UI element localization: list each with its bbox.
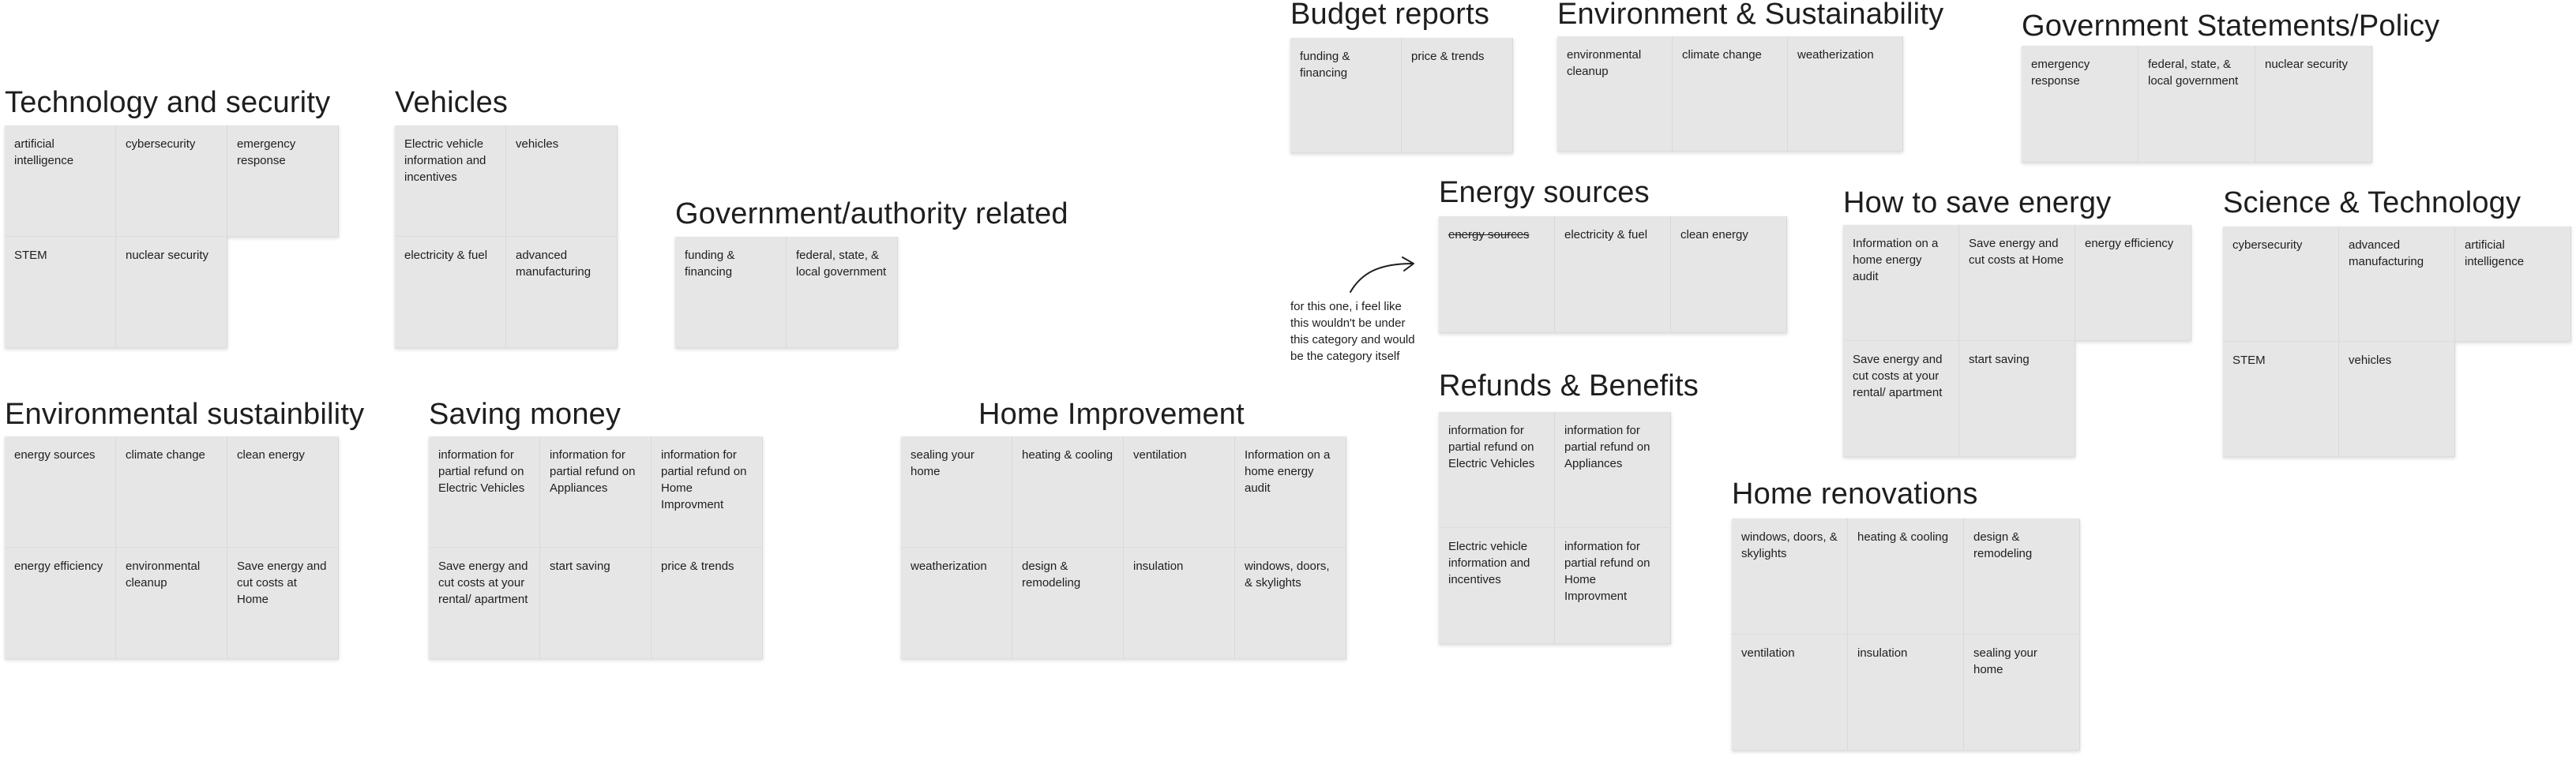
sticky-note[interactable]: design & remodeling — [1012, 548, 1124, 659]
group-title[interactable]: Government/authority related — [675, 197, 1068, 231]
sticky-note[interactable]: nuclear security — [2255, 46, 2372, 163]
sticky-note[interactable]: electricity & fuel — [395, 237, 506, 348]
curved-arrow-icon[interactable] — [1347, 256, 1420, 295]
sticky-note[interactable]: advanced manufacturing — [2339, 227, 2455, 342]
group-title[interactable]: Refunds & Benefits — [1439, 369, 1699, 403]
sticky-note[interactable]: clean energy — [1671, 216, 1787, 333]
sticky-note[interactable]: clean energy — [227, 436, 339, 548]
sticky-note[interactable]: funding & financing — [675, 237, 787, 348]
sticky-note[interactable]: vehicles — [2339, 342, 2455, 457]
sticky-note[interactable]: price & trends — [652, 548, 763, 659]
group-title[interactable]: Budget reports — [1290, 0, 1489, 32]
sticky-note[interactable]: sealing your home — [1964, 635, 2080, 751]
group-title[interactable]: Government Statements/Policy — [2022, 9, 2439, 43]
sticky-note[interactable]: electricity & fuel — [1555, 216, 1671, 333]
sticky-note[interactable]: design & remodeling — [1964, 519, 2080, 635]
sticky-note-grid: information for partial refund on Electr… — [429, 436, 763, 659]
sticky-note[interactable]: Information on a home energy audit — [1235, 436, 1346, 548]
sticky-note[interactable]: ventilation — [1124, 436, 1235, 548]
sticky-note[interactable]: heating & cooling — [1848, 519, 1964, 635]
sticky-note[interactable]: sealing your home — [901, 436, 1012, 548]
sticky-note[interactable]: Save energy and cut costs at your rental… — [1843, 341, 1959, 457]
sticky-note[interactable]: information for partial refund on Electr… — [429, 436, 540, 548]
sticky-note[interactable]: information for partial refund on Home I… — [652, 436, 763, 548]
sticky-note[interactable]: Save energy and cut costs at Home — [227, 548, 339, 659]
sticky-note[interactable]: artificial intelligence — [2455, 227, 2571, 342]
sticky-note[interactable]: windows, doors, & skylights — [1235, 548, 1346, 659]
sticky-note[interactable]: nuclear security — [116, 237, 227, 348]
sticky-note[interactable]: cybersecurity — [116, 125, 227, 237]
sticky-note[interactable]: information for partial refund on Applia… — [540, 436, 652, 548]
sticky-note[interactable]: weatherization — [901, 548, 1012, 659]
sticky-note[interactable]: weatherization — [1788, 36, 1903, 152]
sticky-note-grid: funding & financing federal, state, & lo… — [675, 237, 898, 348]
sticky-note-grid: sealing your home heating & cooling vent… — [901, 436, 1346, 659]
group-title[interactable]: Technology and security — [5, 85, 330, 120]
sticky-note[interactable]: insulation — [1848, 635, 1964, 751]
sticky-note[interactable]: windows, doors, & skylights — [1732, 519, 1848, 635]
sticky-note-grid: artificial intelligence cybersecurity em… — [5, 125, 339, 348]
sticky-note[interactable]: energy efficiency — [5, 548, 116, 659]
sticky-note[interactable]: funding & financing — [1290, 38, 1402, 153]
sticky-note[interactable]: emergency response — [227, 125, 339, 237]
sticky-note[interactable]: cybersecurity — [2223, 227, 2339, 342]
sticky-note-grid: information for partial refund on Electr… — [1439, 412, 1671, 644]
sticky-note[interactable]: energy efficiency — [2075, 225, 2191, 341]
sticky-note[interactable]: information for partial refund on Electr… — [1439, 412, 1555, 528]
group-title[interactable]: Science & Technology — [2223, 185, 2521, 220]
sticky-note[interactable]: STEM — [2223, 342, 2339, 457]
group-title[interactable]: How to save energy — [1843, 185, 2111, 220]
sticky-note[interactable]: energy sources — [1439, 216, 1555, 333]
sticky-note[interactable]: environmental cleanup — [1557, 36, 1673, 152]
sticky-note[interactable]: energy sources — [5, 436, 116, 548]
group-title[interactable]: Energy sources — [1439, 175, 1650, 210]
sticky-note[interactable]: emergency response — [2022, 46, 2139, 163]
sticky-note-grid: funding & financing price & trends — [1290, 38, 1513, 153]
sticky-note-grid: windows, doors, & skylights heating & co… — [1732, 519, 2080, 751]
sticky-note[interactable]: Electric vehicle information and incenti… — [395, 125, 506, 237]
sticky-note[interactable]: heating & cooling — [1012, 436, 1124, 548]
sticky-note[interactable]: STEM — [5, 237, 116, 348]
sticky-note[interactable]: Save energy and cut costs at your rental… — [429, 548, 540, 659]
sticky-note[interactable]: environmental cleanup — [116, 548, 227, 659]
group-title[interactable]: Home Improvement — [978, 397, 1245, 432]
sticky-note-grid: emergency response federal, state, & loc… — [2022, 46, 2372, 163]
comment-note[interactable]: for this one, i feel like this wouldn't … — [1290, 298, 1421, 365]
sticky-note-grid: energy sources electricity & fuel clean … — [1439, 216, 1787, 333]
sticky-note[interactable]: Electric vehicle information and incenti… — [1439, 528, 1555, 644]
sticky-note-grid: cybersecurity advanced manufacturing art… — [2223, 227, 2571, 457]
sticky-note[interactable]: artificial intelligence — [5, 125, 116, 237]
sticky-note[interactable]: ventilation — [1732, 635, 1848, 751]
group-title[interactable]: Saving money — [429, 397, 621, 432]
sticky-note[interactable]: federal, state, & local government — [2139, 46, 2255, 163]
sticky-note[interactable]: information for partial refund on Applia… — [1555, 412, 1671, 528]
sticky-note-grid: environmental cleanup climate change wea… — [1557, 36, 1903, 152]
sticky-note[interactable]: federal, state, & local government — [787, 237, 898, 348]
sticky-note[interactable]: insulation — [1124, 548, 1235, 659]
sticky-note[interactable]: price & trends — [1402, 38, 1513, 153]
sticky-note[interactable]: start saving — [1959, 341, 2075, 457]
group-title[interactable]: Home renovations — [1732, 477, 1978, 511]
sticky-note-grid: energy sources climate change clean ener… — [5, 436, 339, 659]
sticky-note[interactable]: vehicles — [506, 125, 618, 237]
sticky-note[interactable]: climate change — [116, 436, 227, 548]
sticky-note[interactable]: Information on a home energy audit — [1843, 225, 1959, 341]
sticky-note[interactable]: information for partial refund on Home I… — [1555, 528, 1671, 644]
sticky-note-grid: Information on a home energy audit Save … — [1843, 225, 2191, 457]
sticky-note-grid: Electric vehicle information and incenti… — [395, 125, 618, 348]
group-title[interactable]: Environmental sustainbility — [5, 397, 364, 432]
group-title[interactable]: Vehicles — [395, 85, 508, 120]
group-title[interactable]: Environment & Sustainability — [1557, 0, 1943, 32]
sticky-note[interactable]: Save energy and cut costs at Home — [1959, 225, 2075, 341]
sticky-note[interactable]: start saving — [540, 548, 652, 659]
sticky-note[interactable]: advanced manufacturing — [506, 237, 618, 348]
sticky-note[interactable]: climate change — [1673, 36, 1788, 152]
